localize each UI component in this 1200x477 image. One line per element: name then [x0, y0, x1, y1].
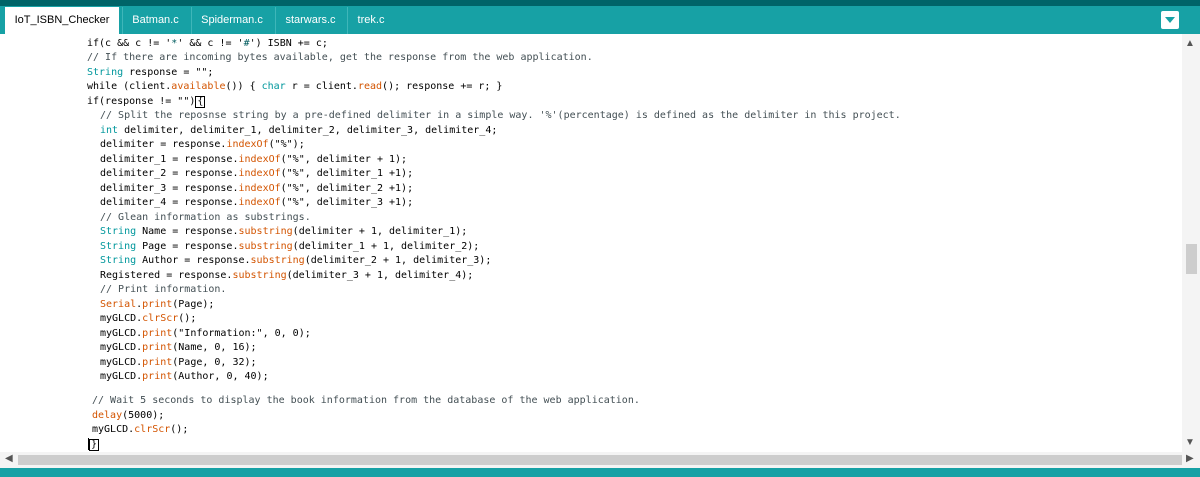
- code-line-4: while (client.available()) { char r = cl…: [87, 81, 503, 92]
- code-line-9: delimiter_1 = response.indexOf("%", deli…: [100, 153, 408, 165]
- code-line-19: Serial.print(Page);: [100, 298, 215, 310]
- code-line-18: // Print information.: [100, 284, 227, 295]
- matched-bracket-close: }: [89, 438, 100, 451]
- tab-spiderman[interactable]: Spiderman.c: [191, 7, 272, 34]
- horizontal-scrollbar[interactable]: [0, 452, 1200, 468]
- code-line-10: delimiter_2 = response.indexOf("%", deli…: [100, 168, 414, 179]
- code-line-15: String Page = response.substring(delimit…: [100, 240, 480, 252]
- arrow-left-icon[interactable]: ◀: [5, 453, 13, 464]
- vertical-scrollbar[interactable]: [1182, 34, 1200, 452]
- code-line-12: delimiter_4 = response.indexOf("%", deli…: [100, 197, 414, 208]
- status-strip: [0, 468, 1200, 477]
- matched-bracket: {: [195, 95, 206, 108]
- code-line-3: String response = "";: [87, 66, 214, 78]
- code-line-7: int delimiter, delimiter_1, delimiter_2,…: [100, 124, 498, 136]
- code-line-8: delimiter = response.indexOf("%");: [100, 139, 305, 150]
- tab-batman[interactable]: Batman.c: [122, 7, 188, 34]
- arrow-down-icon[interactable]: ▼: [1185, 437, 1195, 448]
- code-line-17: Registered = response.substring(delimite…: [100, 269, 474, 281]
- arrow-right-icon[interactable]: ▶: [1186, 453, 1194, 464]
- code-line-22: myGLCD.print(Name, 0, 16);: [100, 342, 257, 353]
- code-line-21: myGLCD.print("Information:", 0, 0);: [100, 327, 311, 339]
- code-line-27: myGLCD.clrScr();: [92, 424, 189, 435]
- tab-trek[interactable]: trek.c: [347, 7, 394, 34]
- code-line-6: // Split the reposnse string by a pre-de…: [100, 110, 901, 121]
- arrow-up-icon[interactable]: ▲: [1185, 38, 1195, 49]
- code-line-1: if(c && c != '*' && c != '#') ISBN += c;: [87, 38, 328, 49]
- code-line-20: myGLCD.clrScr();: [100, 313, 197, 324]
- code-line-26: delay(5000);: [92, 409, 165, 421]
- tab-menu-button[interactable]: [1161, 11, 1179, 29]
- chevron-down-icon: [1165, 17, 1175, 23]
- code-line-11: delimiter_3 = response.indexOf("%", deli…: [100, 182, 414, 194]
- code-line-25: // Wait 5 seconds to display the book in…: [92, 395, 640, 406]
- vertical-scroll-thumb[interactable]: [1186, 244, 1197, 274]
- code-line-13: // Glean information as substrings.: [100, 211, 311, 223]
- code-line-28: }: [88, 437, 100, 453]
- code-line-5: if(response != ""){: [87, 95, 206, 108]
- tab-starwars[interactable]: starwars.c: [275, 7, 345, 34]
- tab-iot-isbn-checker[interactable]: IoT_ISBN_Checker: [5, 7, 119, 34]
- code-line-24: myGLCD.print(Author, 0, 40);: [100, 371, 269, 382]
- code-line-23: myGLCD.print(Page, 0, 32);: [100, 356, 257, 368]
- code-editor[interactable]: if(c && c != '*' && c != '#') ISBN += c;…: [0, 34, 1182, 452]
- code-line-2: // If there are incoming bytes available…: [87, 52, 593, 63]
- code-line-14: String Name = response.substring(delimit…: [100, 226, 468, 237]
- code-line-16: String Author = response.substring(delim…: [100, 255, 492, 266]
- horizontal-scroll-thumb[interactable]: [18, 455, 1182, 465]
